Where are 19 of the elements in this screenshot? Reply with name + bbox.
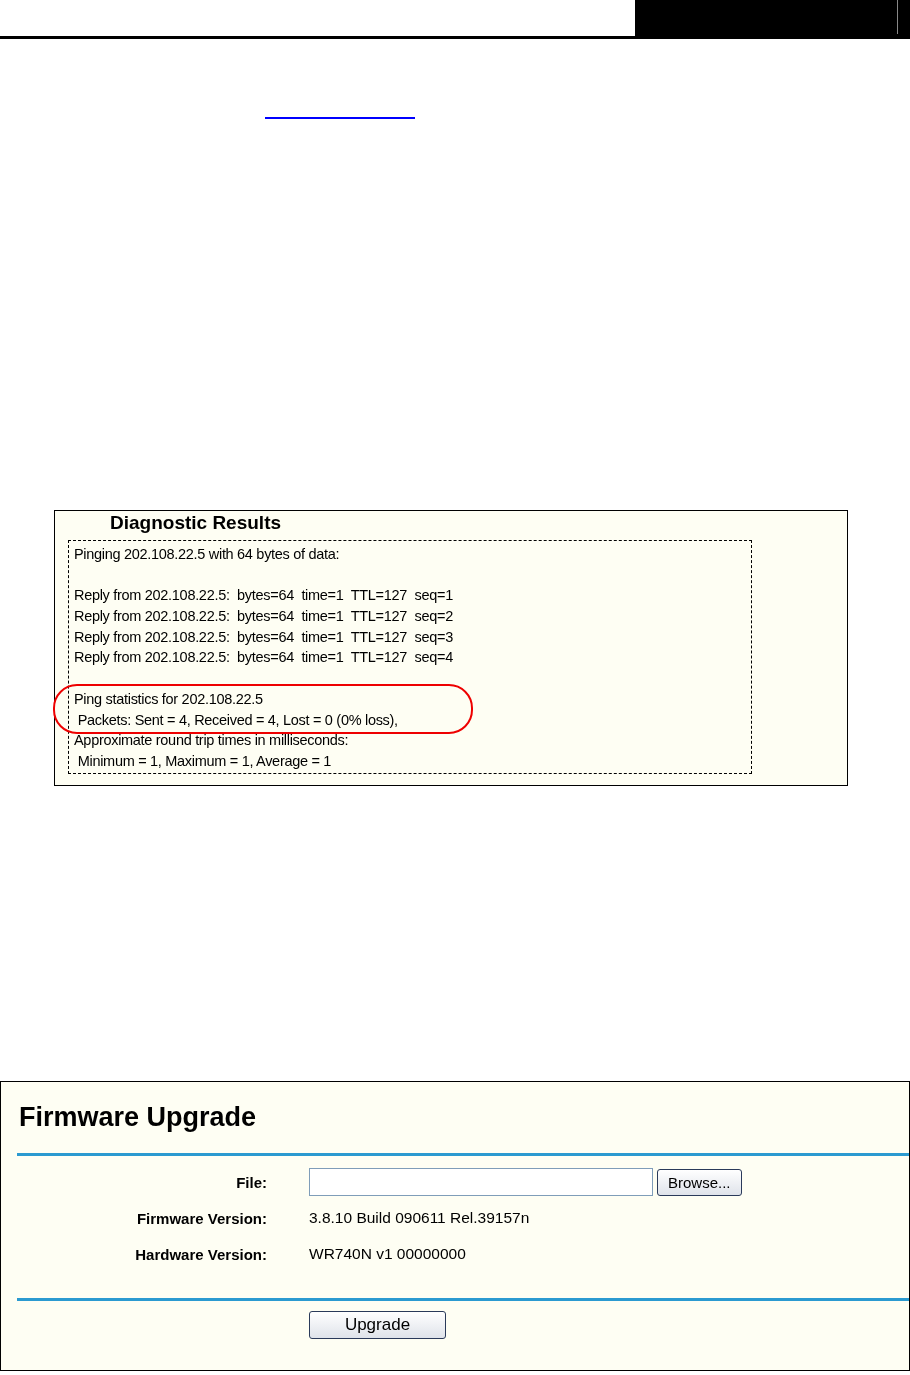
field-label: Hardware Version: [134,1245,267,1263]
result-line: Reply from 202.108.22.5: bytes=64 time=1 TTL=127 seq=3 [74,627,454,647]
browse-button[interactable]: Browse... [657,1168,742,1196]
result-line: Minimum = 1, Maximum = 1, Average = 1 [76,751,333,771]
result-line: Reply from 202.108.22.5: bytes=64 time=1 TTL=127 seq=2 [74,607,454,627]
result-line: Pinging 202.108.22.5 with 64 bytes of data: [74,545,341,564]
upgrade-button[interactable]: Upgrade [309,1311,446,1339]
panel-title: Diagnostic Results [110,512,283,534]
field-value: WR740N v1 00000000 [309,1245,467,1263]
panel-title: Firmware Upgrade [19,1102,258,1133]
result-line: Packets: Sent = 4, Received = 4, Lost = 0 (0% loss), [76,710,399,730]
result-line: Reply from 202.108.22.5: bytes=64 time=1 TTL=127 seq=1 [74,586,454,606]
result-line: Reply from 202.108.22.5: bytes=64 time=1 TTL=127 seq=4 [74,648,454,668]
file-input-field[interactable] [309,1168,653,1196]
field-label: Firmware Version: [135,1209,267,1227]
result-line: Ping statistics for 202.108.22.5 [74,689,264,709]
field-label: File: [235,1173,267,1191]
field-value: 3.8.10 Build 090611 Rel.39157n [309,1209,531,1227]
result-line: Approximate round trip times in milliseconds: [74,731,350,751]
